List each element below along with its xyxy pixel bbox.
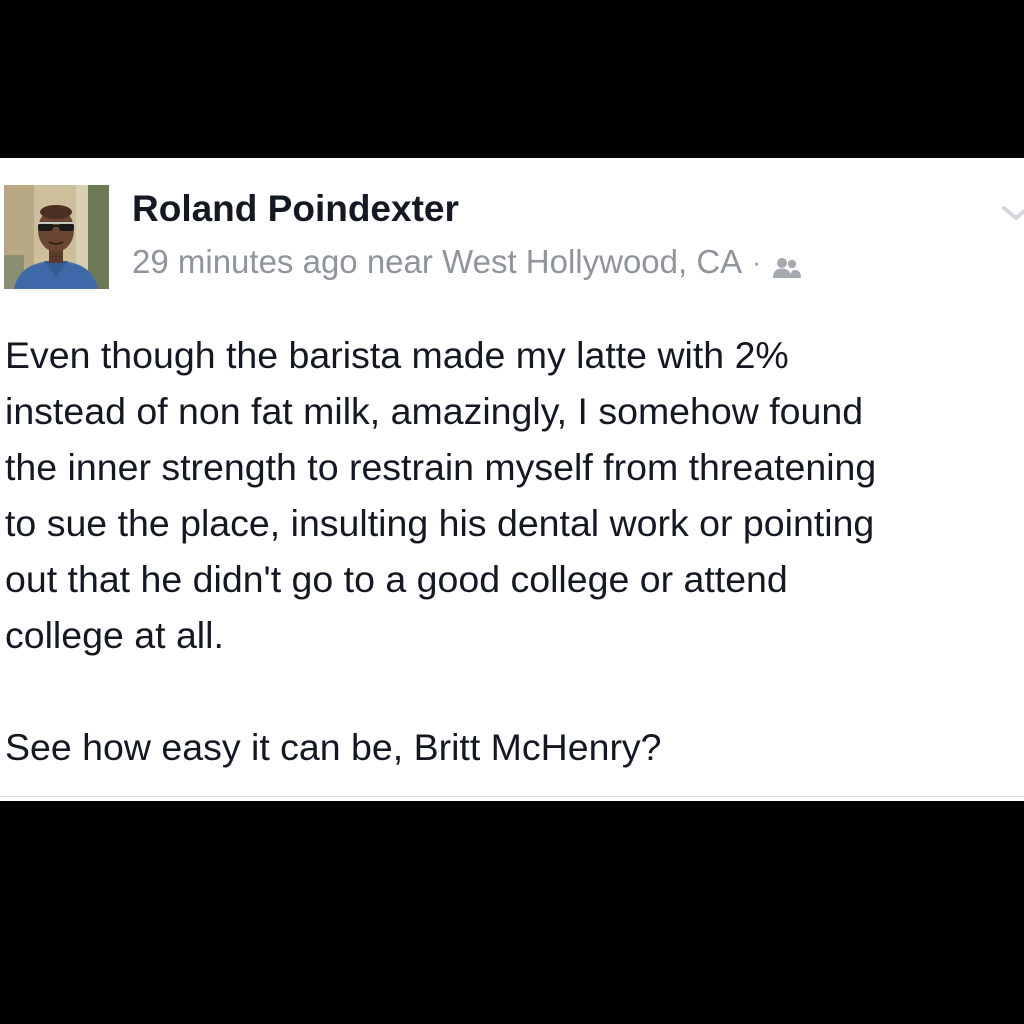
avatar[interactable] <box>4 185 109 289</box>
post-body-line: to sue the place, insulting his dental w… <box>5 502 875 544</box>
post-body-line: instead of non fat milk, amazingly, I so… <box>5 390 864 432</box>
post-body-closing-line: See how easy it can be, Britt McHenry? <box>5 726 662 768</box>
post-meta: 29 minutes ago near West Hollywood, CA · <box>132 240 803 284</box>
chevron-down-icon[interactable] <box>998 198 1024 228</box>
avatar-photo <box>4 185 109 289</box>
post-body-line: Even though the barista made my latte wi… <box>5 334 789 376</box>
post-timestamp-location[interactable]: 29 minutes ago near West Hollywood, CA <box>132 240 742 284</box>
post-body: Even though the barista made my latte wi… <box>5 327 1020 775</box>
post-body-line: college at all. <box>5 614 224 656</box>
post-body-line: the inner strength to restrain myself fr… <box>5 446 877 488</box>
friends-icon[interactable] <box>771 249 803 278</box>
author-name[interactable]: Roland Poindexter <box>132 187 459 231</box>
meta-separator: · <box>752 247 761 277</box>
card-divider <box>0 796 1024 797</box>
post-card: Roland Poindexter 29 minutes ago near We… <box>0 158 1024 801</box>
post-body-line: out that he didn't go to a good college … <box>5 558 788 600</box>
screenshot-frame: Roland Poindexter 29 minutes ago near We… <box>0 0 1024 1024</box>
